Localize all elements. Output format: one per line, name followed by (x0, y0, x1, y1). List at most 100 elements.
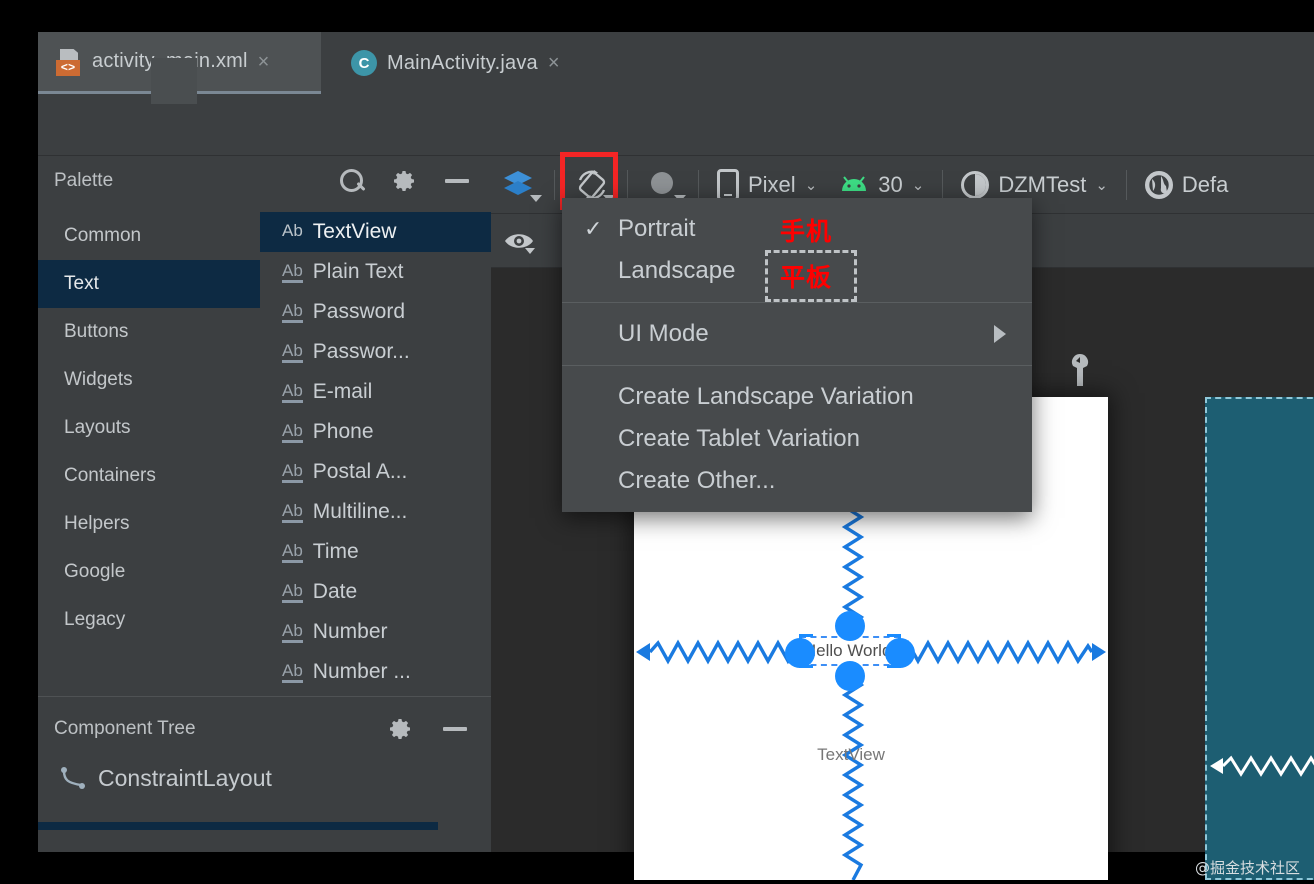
editor-sub-toolbar (38, 94, 1314, 156)
close-icon[interactable]: × (548, 53, 560, 73)
chevron-down-icon: ⌄ (911, 176, 925, 194)
palette-item-email[interactable]: Ab E-mail (260, 372, 491, 412)
toolbar-separator (942, 169, 944, 200)
tree-node-constraintlayout[interactable]: ConstraintLayout (38, 754, 438, 802)
menu-item-ui-mode[interactable]: UI Mode (562, 313, 1032, 355)
category-label: Buttons (64, 321, 129, 342)
category-label: Containers (64, 465, 156, 486)
palette-category-list: Common Text Buttons Widgets Layouts Cont… (38, 206, 260, 704)
palette-item-number[interactable]: Ab Number (260, 612, 491, 652)
palette-item-textview[interactable]: Ab TextView (260, 212, 491, 252)
ab-text-icon: Ab (282, 302, 303, 323)
category-label: Widgets (64, 369, 133, 390)
search-icon[interactable] (339, 168, 365, 194)
category-label: Text (64, 273, 99, 294)
palette-item-multiline-text[interactable]: Ab Multiline... (260, 492, 491, 532)
palette-item-label: Phone (312, 420, 374, 443)
constraint-squiggle-right (900, 639, 1106, 665)
chevron-down-icon: ⌄ (1095, 176, 1108, 194)
component-tree-title: Component Tree (54, 718, 196, 739)
palette-category-containers[interactable]: Containers (38, 452, 260, 500)
ab-text-icon: Ab (282, 382, 303, 403)
menu-item-create-landscape-variation[interactable]: Create Landscape Variation (562, 376, 1032, 418)
palette-category-legacy[interactable]: Legacy (38, 596, 260, 644)
close-icon[interactable]: × (258, 52, 270, 72)
globe-icon (1144, 170, 1173, 199)
palette-item-date[interactable]: Ab Date (260, 572, 491, 612)
constraint-handle-bottom[interactable] (835, 661, 865, 691)
palette-category-text[interactable]: Text (38, 260, 260, 308)
palette-category-layouts[interactable]: Layouts (38, 404, 260, 452)
textview-caption: TextView (817, 745, 885, 764)
palette-item-label: Postal A... (312, 460, 408, 483)
palette-item-label: Time (312, 540, 359, 563)
textview-widget[interactable]: Hello World! (785, 611, 915, 691)
menu-item-label: Portrait (618, 215, 696, 242)
screenshot-root: <> activity_main.xml × C MainActivity.ja… (0, 0, 1314, 884)
constraint-handle-top[interactable] (835, 611, 865, 641)
palette-item-password-numeric[interactable]: Ab Passwor... (260, 332, 491, 372)
chevron-down-icon (530, 194, 542, 202)
ab-text-icon: Ab (282, 582, 303, 603)
design-mode-button[interactable] (491, 161, 547, 209)
xml-layout-icon: <> (56, 48, 82, 76)
menu-item-create-tablet-variation[interactable]: Create Tablet Variation (562, 418, 1032, 460)
ab-text-icon: Ab (282, 622, 303, 643)
palette-item-time[interactable]: Ab Time (260, 532, 491, 572)
constraint-squiggle-bottom (841, 665, 865, 880)
theme-contrast-icon (961, 170, 990, 199)
palette-item-label: Number (312, 620, 388, 643)
category-label: Layouts (64, 417, 131, 438)
ab-text-icon: Ab (282, 542, 303, 563)
palette-item-label: Password (312, 300, 405, 323)
gear-icon[interactable] (393, 169, 417, 193)
locale-selector[interactable]: Defa (1134, 161, 1239, 209)
locale-label: Defa (1181, 171, 1229, 197)
ab-text-icon: Ab (282, 342, 303, 363)
minimize-icon[interactable] (445, 179, 469, 183)
submenu-arrow-icon (994, 325, 1006, 343)
ab-text-icon: Ab (282, 502, 303, 523)
ab-text-icon: Ab (282, 422, 303, 443)
tree-node-label: ConstraintLayout (98, 764, 272, 791)
menu-item-create-other[interactable]: Create Other... (562, 460, 1032, 502)
toolbar-separator (1125, 169, 1127, 200)
ab-text-icon: Ab (282, 462, 303, 483)
ab-text-icon: Ab (282, 662, 303, 683)
eye-icon[interactable] (503, 228, 537, 254)
palette-header: Palette (38, 156, 491, 206)
palette-title: Palette (54, 170, 114, 191)
api-level-label: 30 (878, 171, 903, 197)
palette-item-number-signed[interactable]: Ab Number ... (260, 652, 491, 692)
constraint-layout-icon (60, 766, 86, 790)
tab-main-activity-java[interactable]: C MainActivity.java × (333, 32, 574, 94)
chevron-down-icon: ⌄ (804, 176, 818, 194)
theme-label: DZMTest (998, 171, 1087, 197)
palette-item-plain-text[interactable]: Ab Plain Text (260, 252, 491, 292)
constraint-handle-left[interactable] (785, 638, 815, 668)
gear-icon[interactable] (389, 717, 413, 741)
palette-item-phone[interactable]: Ab Phone (260, 412, 491, 452)
toolbar-separator (554, 169, 555, 200)
ide-window: <> activity_main.xml × C MainActivity.ja… (38, 32, 1314, 880)
palette-category-widgets[interactable]: Widgets (38, 356, 260, 404)
constraint-handle-right[interactable] (885, 638, 915, 668)
menu-item-label: UI Mode (618, 320, 709, 347)
toolbar-separator (627, 169, 628, 200)
palette-category-common[interactable]: Common (38, 212, 260, 260)
minimize-icon[interactable] (443, 727, 467, 731)
category-label: Common (64, 225, 142, 246)
annotation-tablet-label: 平板 (780, 263, 833, 292)
palette-item-password[interactable]: Ab Password (260, 292, 491, 332)
editor-tab-bar: <> activity_main.xml × C MainActivity.ja… (38, 32, 1314, 94)
wrench-icon[interactable] (1069, 353, 1091, 387)
blueprint-preview[interactable] (1205, 397, 1314, 880)
annotation-phone-label: 手机 (780, 217, 833, 246)
orientation-button-active-bg (151, 58, 197, 104)
palette-category-google[interactable]: Google (38, 548, 260, 596)
palette-category-helpers[interactable]: Helpers (38, 500, 260, 548)
category-label: Google (64, 561, 126, 582)
menu-item-label: Create Other... (618, 467, 776, 494)
palette-category-buttons[interactable]: Buttons (38, 308, 260, 356)
palette-item-postal-address[interactable]: Ab Postal A... (260, 452, 491, 492)
